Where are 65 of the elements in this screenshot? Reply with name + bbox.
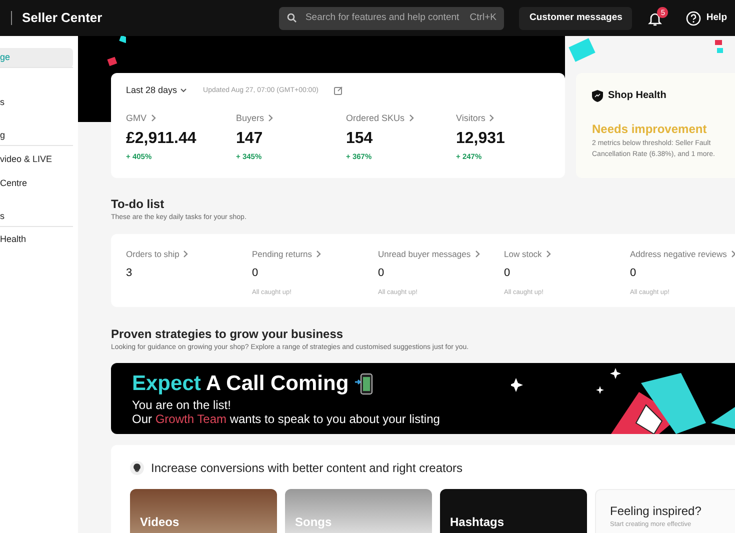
chevron-icon: [408, 114, 415, 122]
todo-count: 0: [630, 266, 638, 282]
chevron-icon: [730, 250, 735, 258]
lightbulb-icon: [130, 461, 144, 475]
todo-count: 0: [378, 266, 386, 282]
todo-count: 0: [252, 266, 260, 282]
tile-label: Hashtags: [450, 514, 504, 531]
todo-link[interactable]: Unread buyer messages: [378, 248, 504, 260]
metric-label[interactable]: Visitors: [456, 112, 566, 125]
todo-link[interactable]: Orders to ship: [126, 248, 252, 260]
section-title: Proven strategies to grow your business: [111, 326, 344, 342]
metric-value: 12,931: [456, 129, 506, 149]
search-field[interactable]: Search for features and help content Ctrl+K: [279, 6, 504, 30]
chevron-icon: [183, 250, 190, 258]
chevron-icon: [316, 250, 322, 258]
shop-health-title: Shop Health: [608, 89, 666, 103]
sidebar-item[interactable]: video & LIVE: [0, 150, 73, 170]
promo-banner[interactable]: Expect A Call Coming You are on the list! Our Growth Team wants to speak to you about your listing: [111, 363, 735, 434]
sidebar-item[interactable]: Health: [0, 230, 73, 250]
tile-label: Videos: [140, 514, 180, 531]
inspiration-title: Feeling inspired?: [610, 503, 702, 520]
phone-icon: [354, 373, 373, 395]
shield-icon: [592, 90, 603, 102]
metric-label[interactable]: GMV: [126, 112, 236, 125]
banner-text: Our Growth Team wants to speak to you about your listing: [132, 412, 441, 426]
search-placeholder: Search for features and help content: [305, 10, 460, 25]
period-dropdown[interactable]: Last 28 days: [126, 84, 188, 98]
content-title: Increase conversions with better content and right creators: [151, 460, 462, 477]
help-link[interactable]: Help: [706, 10, 727, 26]
chevron-icon: [546, 250, 552, 258]
sidebar-item[interactable]: g: [0, 126, 73, 146]
chevron-icon: [489, 114, 496, 122]
health-status: Needs improvement: [592, 121, 708, 138]
todo-count: 0: [504, 266, 512, 282]
sidebar-item[interactable]: s: [0, 93, 73, 113]
banner-text: You are on the list!: [132, 398, 232, 412]
sidebar-item[interactable]: ge: [0, 48, 73, 68]
bell-icon: [648, 12, 662, 27]
customer-messages-button[interactable]: Customer messages: [519, 6, 632, 30]
chevron-icon: [150, 114, 157, 122]
todo-link[interactable]: Pending returns: [252, 248, 378, 260]
todo-link[interactable]: Address negative reviews: [630, 248, 735, 260]
confetti-drawing: [106, 36, 126, 68]
metric-value: 154: [346, 129, 374, 149]
app-title: Seller Center: [22, 9, 102, 28]
caret-icon: [180, 88, 188, 94]
metric-label[interactable]: Buyers: [236, 112, 346, 125]
section-title: To-do list: [111, 196, 166, 213]
edit-icon[interactable]: [334, 86, 344, 96]
search-icon: [287, 13, 298, 23]
sidebar-item[interactable]: Centre: [0, 174, 73, 194]
tile-label: Songs: [295, 514, 332, 531]
category-tile[interactable]: Hashtags: [440, 489, 587, 533]
chevron-icon: [474, 250, 481, 258]
banner-headline: Expect A Call Coming: [132, 371, 735, 397]
metric-value: £2,911.44: [126, 129, 198, 149]
category-tile[interactable]: Videos: [130, 489, 277, 533]
metric-label[interactable]: Ordered SKUs: [346, 112, 456, 125]
metric-value: 147: [236, 129, 264, 149]
todo-count: 3: [126, 266, 134, 282]
chevron-icon: [268, 114, 274, 122]
shortcut-hint: Ctrl+K: [470, 10, 496, 25]
todo-link[interactable]: Low stock: [504, 248, 630, 260]
sidebar-item[interactable]: s: [0, 207, 73, 227]
help-icon: [686, 10, 702, 26]
